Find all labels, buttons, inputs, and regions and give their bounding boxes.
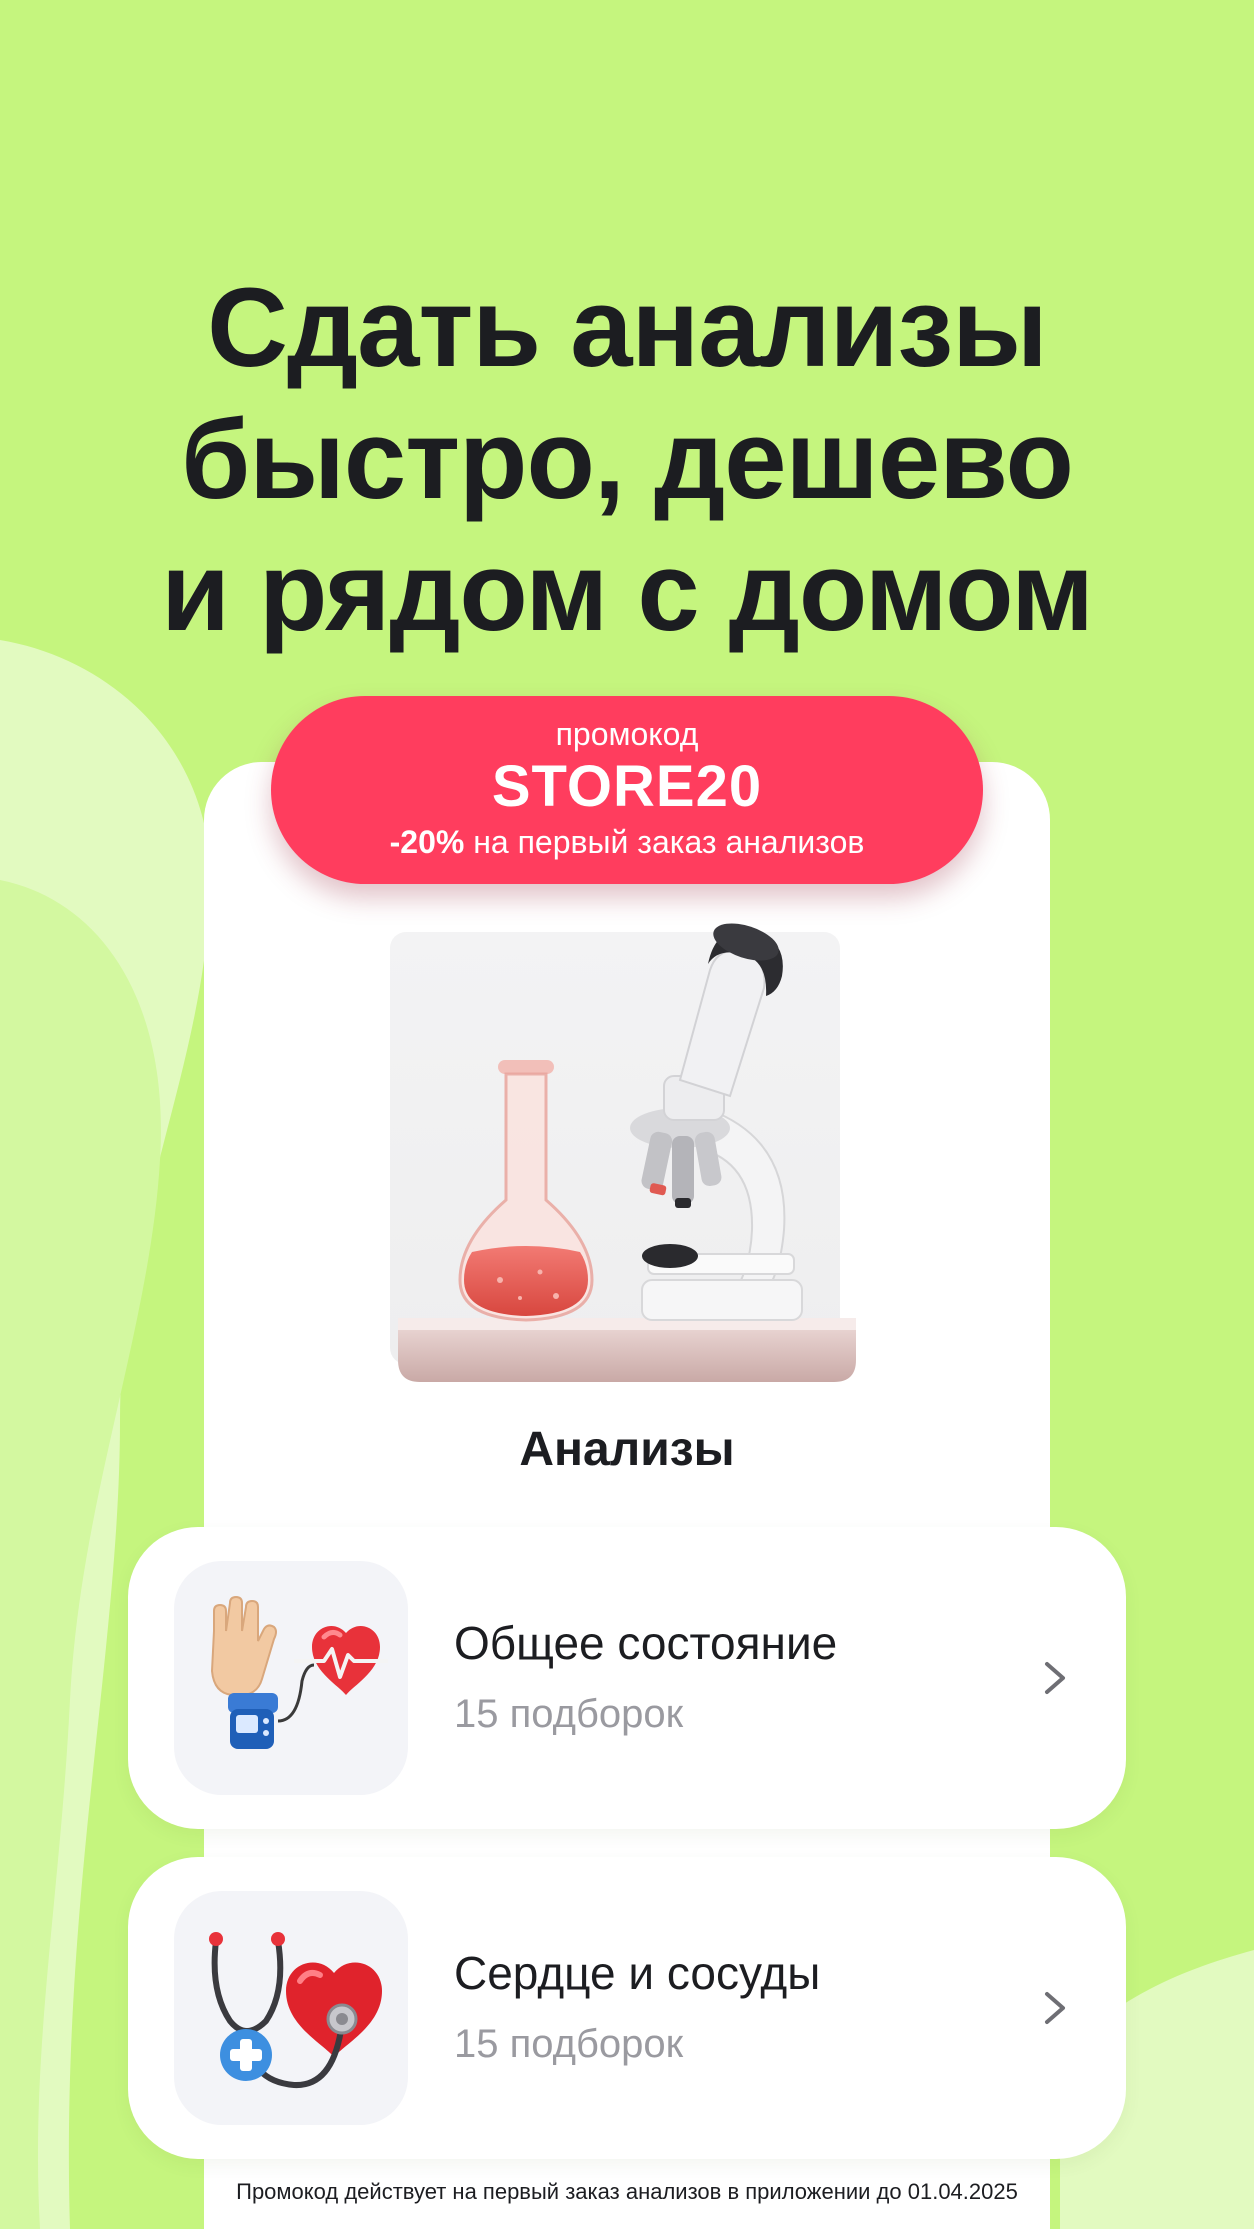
promo-footnote: Промокод действует на первый заказ анали… <box>236 2179 1018 2204</box>
promo-banner[interactable]: промокод STORE20 -20% на первый заказ ан… <box>271 696 983 884</box>
category-subtitle: 15 подборок <box>454 1692 684 1736</box>
section-title: Анализы <box>519 1423 735 1476</box>
headline-line-3: и рядом с домом <box>161 529 1094 654</box>
chevron-right-icon[interactable] <box>1030 1652 1080 1704</box>
promo-discount: -20% <box>389 824 465 860</box>
lab-flask-microscope-icon <box>398 923 856 1382</box>
category-title: Общее состояние <box>454 1617 838 1669</box>
category-thumb <box>174 1561 408 1795</box>
category-card-general[interactable]: Общее состояние 15 подборок <box>128 1527 1126 1829</box>
promo-description: -20% на первый заказ анализов <box>271 822 983 862</box>
headline: Сдать анализы быстро, дешево и рядом с д… <box>0 262 1254 658</box>
chevron-right-icon[interactable] <box>1030 1982 1080 2034</box>
promo-label: промокод <box>555 716 699 752</box>
hand-heart-monitor-icon <box>210 1595 388 1749</box>
headline-line-2: быстро, дешево <box>181 397 1074 522</box>
promo-code: STORE20 <box>491 754 763 819</box>
stethoscope-heart-icon <box>209 1932 382 2089</box>
category-title: Сердце и сосуды <box>454 1947 821 1999</box>
promo-description-text: на первый заказ анализов <box>473 824 865 860</box>
category-thumb <box>174 1891 408 2125</box>
category-card-heart[interactable]: Сердце и сосуды 15 подборок <box>128 1857 1126 2159</box>
category-subtitle: 15 подборок <box>454 2022 684 2066</box>
headline-line-1: Сдать анализы <box>207 265 1048 390</box>
